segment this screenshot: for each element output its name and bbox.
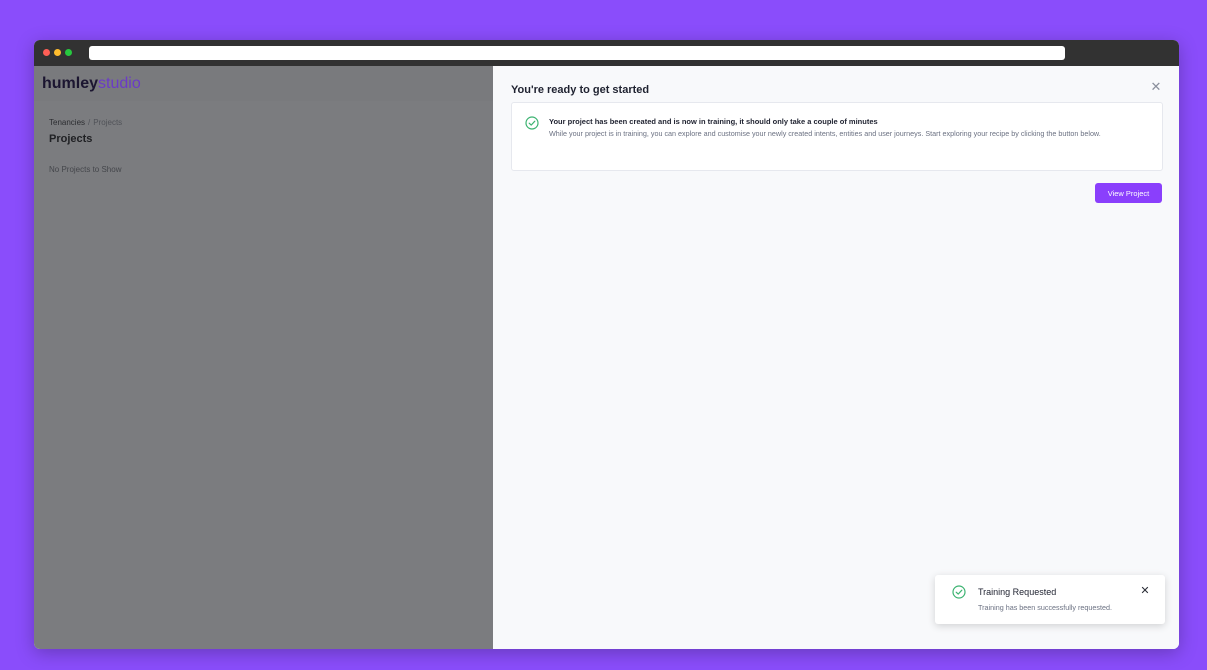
browser-chrome bbox=[34, 40, 1179, 66]
close-icon[interactable]: ✕ bbox=[1149, 80, 1163, 94]
app-header: humleystudio bbox=[34, 66, 493, 101]
browser-window: humleystudio Tenancies / Projects Projects… bbox=[34, 40, 1179, 649]
check-circle-icon bbox=[525, 116, 539, 130]
empty-state-message: No Projects to Show bbox=[49, 165, 122, 174]
alert-heading: Your project has been created and is now… bbox=[549, 117, 878, 126]
toast-close-icon[interactable]: ✕ bbox=[1139, 585, 1151, 597]
humley-studio-logo[interactable]: humleystudio bbox=[42, 76, 141, 92]
success-alert: Your project has been created and is now… bbox=[511, 102, 1163, 171]
logo-light-text: studio bbox=[98, 75, 141, 92]
training-toast: Training Requested Training has been suc… bbox=[935, 575, 1165, 624]
alert-body: While your project is in training, you c… bbox=[549, 129, 1101, 138]
breadcrumb-projects: Projects bbox=[93, 118, 123, 127]
projects-sidebar: humleystudio Tenancies / Projects Projects… bbox=[34, 66, 493, 649]
window-close-dot[interactable] bbox=[43, 49, 50, 56]
check-circle-icon bbox=[952, 585, 966, 599]
breadcrumb: Tenancies / Projects bbox=[49, 118, 122, 127]
address-bar[interactable] bbox=[89, 46, 1065, 60]
breadcrumb-tenancies[interactable]: Tenancies bbox=[49, 118, 85, 127]
view-project-button[interactable]: View Project bbox=[1095, 183, 1162, 203]
page-title: Projects bbox=[49, 133, 93, 145]
toast-title: Training Requested bbox=[978, 587, 1057, 597]
breadcrumb-separator: / bbox=[88, 118, 91, 127]
get-started-panel: You're ready to get started ✕ Your proje… bbox=[493, 66, 1179, 649]
panel-title: You're ready to get started bbox=[511, 84, 650, 96]
toast-message: Training has been successfully requested… bbox=[978, 603, 1112, 612]
logo-bold-text: humley bbox=[42, 75, 99, 92]
window-maximize-dot[interactable] bbox=[65, 49, 72, 56]
window-minimize-dot[interactable] bbox=[54, 49, 61, 56]
